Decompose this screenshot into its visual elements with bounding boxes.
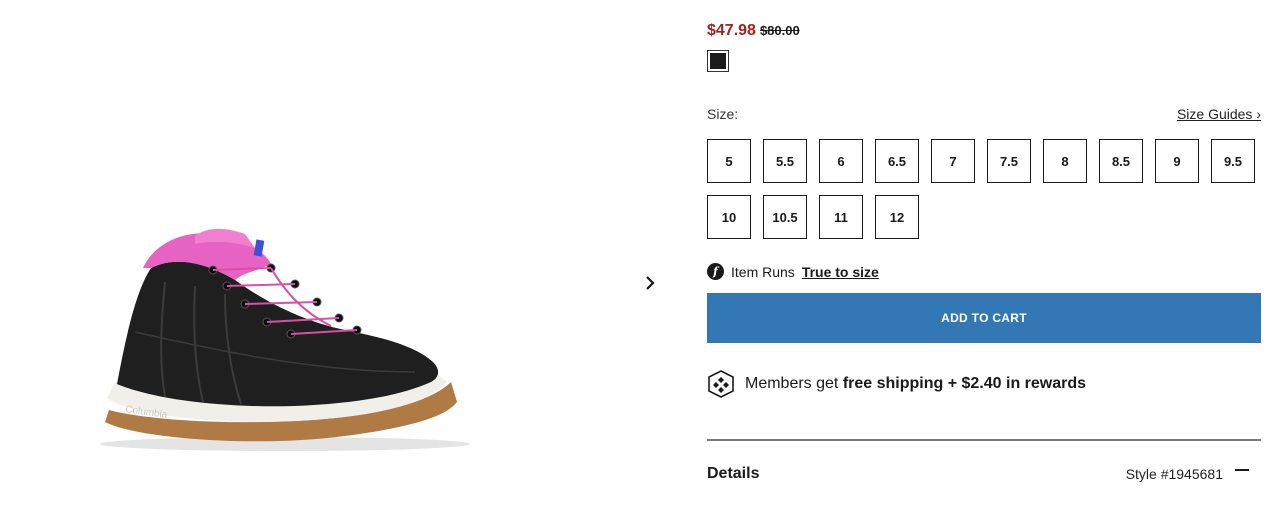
fit-icon: f	[707, 263, 724, 280]
size-option[interactable]: 10.5	[763, 195, 807, 239]
color-swatch-black[interactable]	[707, 50, 729, 72]
product-gallery: Columbia	[0, 0, 690, 505]
size-option[interactable]: 9	[1155, 139, 1199, 183]
size-option[interactable]: 5.5	[763, 139, 807, 183]
size-label: Size:	[707, 106, 739, 122]
members-benefit: Members get free shipping + $2.40 in rew…	[707, 370, 1086, 398]
size-guides-link[interactable]: Size Guides ›	[1177, 106, 1261, 122]
divider	[707, 439, 1261, 441]
size-option[interactable]: 11	[819, 195, 863, 239]
sale-price: $47.98	[707, 22, 756, 39]
size-option[interactable]: 7.5	[987, 139, 1031, 183]
members-highlight: free shipping + $2.40 in rewards	[842, 375, 1087, 392]
add-to-cart-button[interactable]: ADD TO CART	[707, 293, 1261, 343]
size-option[interactable]: 5	[707, 139, 751, 183]
details-heading[interactable]: Details	[707, 465, 759, 483]
size-option[interactable]: 6.5	[875, 139, 919, 183]
true-to-size-link[interactable]: True to size	[802, 264, 879, 280]
swatch-fill	[710, 53, 726, 69]
size-option[interactable]: 9.5	[1211, 139, 1255, 183]
size-option[interactable]: 8.5	[1099, 139, 1143, 183]
fit-label: Item Runs	[731, 263, 795, 280]
size-option[interactable]: 12	[875, 195, 919, 239]
original-price: $80.00	[759, 23, 800, 38]
product-info-panel: $47.98 $80.00 Size: Size Guides › 5 5.5 6 6…	[707, 0, 1261, 505]
fit-info: f Item Runs True to size	[707, 263, 879, 280]
size-option[interactable]: 7	[931, 139, 975, 183]
rewards-diamond-icon	[708, 370, 734, 398]
size-option[interactable]: 10	[707, 195, 751, 239]
price: $47.98 $80.00	[707, 22, 800, 40]
minus-icon[interactable]	[1235, 469, 1249, 471]
size-option[interactable]: 6	[819, 139, 863, 183]
style-number: Style #1945681	[1125, 466, 1223, 482]
next-image-button[interactable]	[638, 270, 662, 296]
product-image: Columbia	[95, 222, 475, 462]
members-prefix: Members get	[745, 375, 839, 392]
chevron-right-icon	[646, 276, 655, 290]
size-option[interactable]: 8	[1043, 139, 1087, 183]
